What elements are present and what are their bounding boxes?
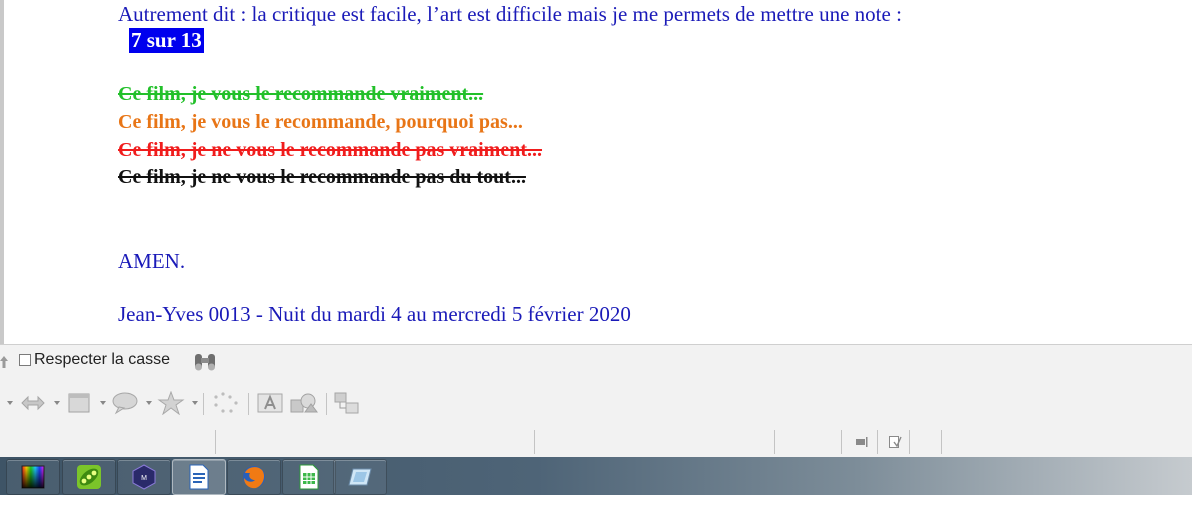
flat-app-icon <box>348 468 372 486</box>
fontwork-icon[interactable] <box>256 391 284 415</box>
document-modified-icon[interactable] <box>888 435 902 449</box>
screen-bottom-margin <box>0 495 1192 529</box>
taskbar-app-firefox[interactable] <box>227 459 281 495</box>
intro-line: Autrement dit : la critique est facile, … <box>118 2 902 26</box>
group-icon[interactable] <box>333 391 361 415</box>
media-app-icon: M <box>132 464 156 490</box>
status-separator <box>909 430 910 454</box>
rating-note: 7 sur 13 <box>129 28 204 53</box>
color-picker-icon <box>21 465 45 489</box>
status-separator <box>215 430 216 454</box>
taskbar-app-pea[interactable] <box>62 459 116 495</box>
recommendation-line-1: Ce film, je vous le recommande vraiment.… <box>118 83 484 105</box>
pea-app-icon <box>77 465 101 489</box>
drawing-toolbar <box>0 379 1192 428</box>
toolbar-separator <box>326 393 327 415</box>
toolbar-separator <box>203 393 204 415</box>
dropdown-arrow-icon[interactable] <box>7 401 13 405</box>
amen-line: AMEN. <box>118 249 186 273</box>
dropdown-arrow-icon[interactable] <box>100 401 106 405</box>
calc-icon <box>299 464 319 490</box>
svg-text:M: M <box>141 475 147 482</box>
os-taskbar: M <box>0 457 1192 495</box>
taskbar-app-calc[interactable] <box>282 459 336 495</box>
status-separator <box>534 430 535 454</box>
match-case-checkbox[interactable] <box>19 354 31 366</box>
dropdown-arrow-icon[interactable] <box>54 401 60 405</box>
points-icon[interactable] <box>211 391 241 415</box>
recommendation-line-3: Ce film, je ne vous le recommande pas vr… <box>118 139 543 161</box>
status-separator <box>841 430 842 454</box>
writer-icon <box>189 464 209 490</box>
taskbar-app-media[interactable]: M <box>117 459 171 495</box>
arrows-icon[interactable] <box>20 391 46 415</box>
star-icon[interactable] <box>157 391 185 415</box>
shapes-icon[interactable] <box>289 391 319 415</box>
status-separator <box>877 430 878 454</box>
status-bar <box>0 427 1192 457</box>
find-toolbar: Respecter la casse <box>0 344 1192 380</box>
toolbar-separator <box>248 393 249 415</box>
taskbar-app-writer[interactable] <box>172 459 226 495</box>
page-left-edge <box>0 0 4 344</box>
document-page[interactable]: Autrement dit : la critique est facile, … <box>0 0 1192 344</box>
recommendation-line-4: Ce film, je ne vous le recommande pas du… <box>118 166 526 188</box>
taskbar-app-flat[interactable] <box>333 459 387 495</box>
callout-icon[interactable] <box>111 391 139 415</box>
up-arrow-icon[interactable] <box>0 355 8 369</box>
match-case-label[interactable]: Respecter la casse <box>34 351 170 369</box>
rectangle-icon[interactable] <box>66 391 92 415</box>
firefox-icon <box>243 466 265 489</box>
taskbar-app-color-picker[interactable] <box>6 459 60 495</box>
selection-mode-icon[interactable] <box>855 436 869 448</box>
binoculars-icon[interactable] <box>192 351 218 373</box>
status-separator <box>941 430 942 454</box>
dropdown-arrow-icon[interactable] <box>192 401 198 405</box>
recommendation-line-2: Ce film, je vous le recommande, pourquoi… <box>118 111 523 133</box>
status-separator <box>774 430 775 454</box>
signature-line: Jean-Yves 0013 - Nuit du mardi 4 au merc… <box>118 302 631 326</box>
dropdown-arrow-icon[interactable] <box>146 401 152 405</box>
